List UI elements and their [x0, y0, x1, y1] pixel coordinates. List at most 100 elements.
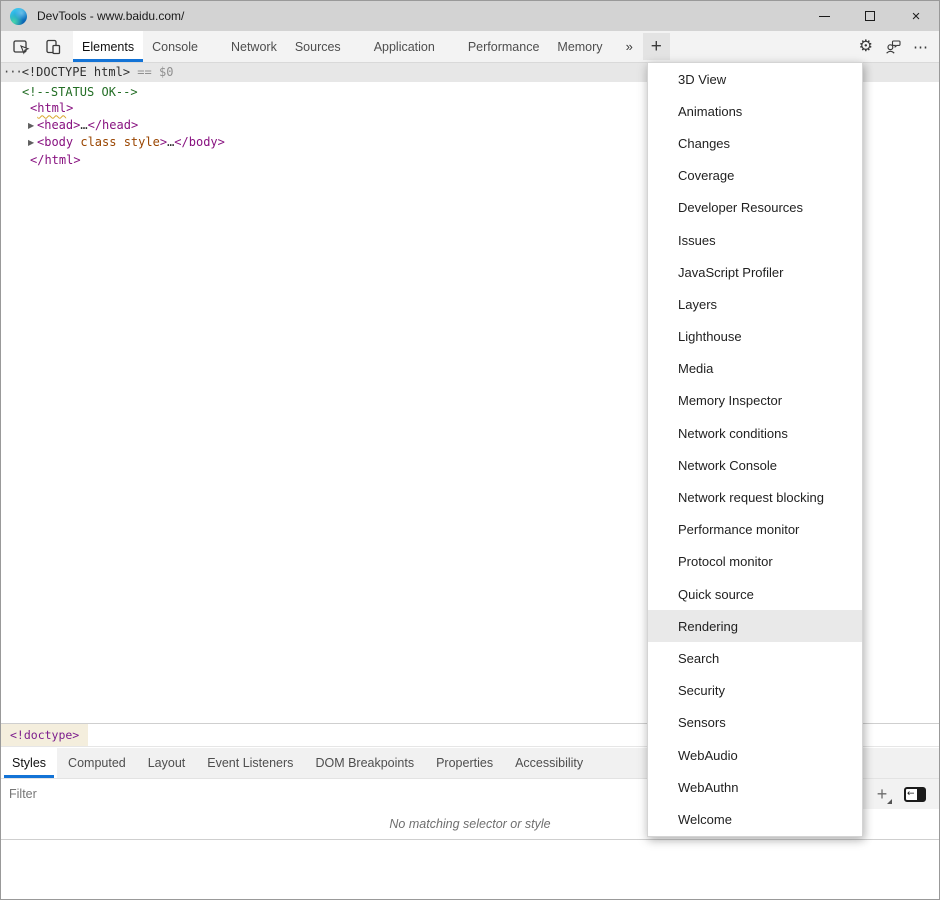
- styles-pane-tab[interactable]: Computed: [57, 748, 137, 778]
- menu-item-label: Network Console: [678, 458, 777, 473]
- device-emulation-icon: [44, 38, 62, 56]
- main-toolbar: Elements Console Network Sources Applica…: [1, 31, 939, 63]
- settings-gear-icon[interactable]: ⚙: [859, 39, 873, 55]
- more-tools-menu-item[interactable]: Memory Inspector: [648, 385, 862, 417]
- menu-item-label: Layers: [678, 297, 717, 312]
- toolbar-tab-label: Performance: [468, 40, 540, 54]
- more-tools-menu-item[interactable]: Performance monitor: [648, 514, 862, 546]
- styles-pane-tab[interactable]: Event Listeners: [196, 748, 304, 778]
- more-tools-menu-item[interactable]: Sensors: [648, 707, 862, 739]
- toolbar-tab-label: Application: [374, 40, 435, 54]
- more-tools-menu-item[interactable]: Media: [648, 353, 862, 385]
- more-tools-menu-item[interactable]: Search: [648, 642, 862, 674]
- toggle-arrow-icon: ←: [907, 790, 915, 799]
- more-tools-menu-item[interactable]: Layers: [648, 288, 862, 320]
- menu-item-label: Sensors: [678, 715, 726, 730]
- menu-item-label: Security: [678, 683, 725, 698]
- more-panels-chevron-button[interactable]: »: [612, 31, 643, 62]
- expand-arrow-icon[interactable]: ▶: [28, 118, 37, 134]
- more-tools-menu-item[interactable]: Developer Resources: [648, 192, 862, 224]
- styles-pane-tab-label: Layout: [148, 756, 186, 770]
- styles-pane-tab[interactable]: Styles: [1, 748, 57, 778]
- toolbar-tab-label: Console: [152, 40, 198, 54]
- head-ellipsis: …: [80, 118, 87, 132]
- menu-item-label: WebAuthn: [678, 780, 738, 795]
- close-button[interactable]: ×: [893, 1, 939, 31]
- more-tools-menu-item[interactable]: Coverage: [648, 160, 862, 192]
- feedback-person-icon: [884, 38, 902, 56]
- styles-empty-message: No matching selector or style: [389, 817, 550, 831]
- styles-pane-tab-label: DOM Breakpoints: [315, 756, 414, 770]
- more-tools-menu-item[interactable]: Quick source: [648, 578, 862, 610]
- more-tools-menu-item[interactable]: Animations: [648, 95, 862, 127]
- window-controls: ×: [801, 1, 939, 31]
- edge-logo-icon: [10, 8, 27, 25]
- doctype-prefix-dots: ···: [3, 65, 22, 79]
- window-title: DevTools - www.baidu.com/: [37, 9, 184, 23]
- html-close-tag: </html>: [30, 153, 81, 167]
- more-tools-menu-item[interactable]: Network Console: [648, 449, 862, 481]
- styles-pane-tab[interactable]: Accessibility: [504, 748, 594, 778]
- expand-arrow-icon[interactable]: ▶: [28, 135, 37, 151]
- body-open-bracket-end: >: [160, 135, 167, 149]
- inspect-element-button[interactable]: [11, 37, 31, 57]
- minimize-button[interactable]: [801, 1, 847, 31]
- close-icon: ×: [912, 9, 921, 24]
- feedback-button[interactable]: [883, 37, 903, 57]
- more-tools-menu-item[interactable]: Changes: [648, 127, 862, 159]
- more-tools-button[interactable]: +: [643, 33, 670, 60]
- toolbar-tab[interactable]: Console: [143, 31, 207, 62]
- maximize-icon: [865, 11, 875, 21]
- breadcrumb-doctype[interactable]: <!doctype>: [1, 724, 88, 746]
- menu-item-label: Animations: [678, 104, 742, 119]
- maximize-button[interactable]: [847, 1, 893, 31]
- more-tools-menu-item[interactable]: Network request blocking: [648, 481, 862, 513]
- menu-item-label: Rendering: [678, 619, 738, 634]
- head-close-tag: </head>: [88, 118, 139, 132]
- menu-item-label: Changes: [678, 136, 730, 151]
- toolbar-tab[interactable]: Application: [365, 31, 444, 62]
- more-tools-menu-item[interactable]: WebAuthn: [648, 771, 862, 803]
- more-tools-menu-item[interactable]: WebAudio: [648, 739, 862, 771]
- more-tools-menu-item[interactable]: Issues: [648, 224, 862, 256]
- more-tools-menu: 3D View Animations Changes Coverage Deve…: [647, 62, 863, 837]
- dollar-zero-hint: $0: [159, 65, 173, 79]
- selected-node-hint: ==: [130, 65, 159, 79]
- menu-item-label: Lighthouse: [678, 329, 742, 344]
- toolbar-tab-label: Sources: [295, 40, 341, 54]
- more-options-icon[interactable]: ⋯: [913, 38, 929, 56]
- menu-item-label: Network request blocking: [678, 490, 824, 505]
- styles-pane-tab-label: Accessibility: [515, 756, 583, 770]
- styles-pane-tab[interactable]: DOM Breakpoints: [304, 748, 425, 778]
- styles-filter-input[interactable]: [1, 787, 421, 801]
- menu-item-label: JavaScript Profiler: [678, 265, 783, 280]
- more-tools-menu-item[interactable]: Lighthouse: [648, 321, 862, 353]
- doctype-text: <!DOCTYPE html>: [22, 65, 130, 79]
- styles-pane-tab-label: Event Listeners: [207, 756, 293, 770]
- menu-item-label: Network conditions: [678, 426, 788, 441]
- menu-item-label: Developer Resources: [678, 200, 803, 215]
- more-tools-menu-item[interactable]: Security: [648, 675, 862, 707]
- styles-pane-tab[interactable]: Properties: [425, 748, 504, 778]
- toolbar-tab[interactable]: Network: [222, 31, 286, 62]
- device-emulation-button[interactable]: [43, 37, 63, 57]
- body-attributes: class style: [73, 135, 160, 149]
- toolbar-tab-label: Network: [231, 40, 277, 54]
- menu-item-label: Performance monitor: [678, 522, 799, 537]
- toolbar-tab[interactable]: Performance: [459, 31, 549, 62]
- styles-pane-tab[interactable]: Layout: [137, 748, 197, 778]
- toolbar-tab[interactable]: Elements: [73, 31, 143, 62]
- more-tools-menu-item[interactable]: Network conditions: [648, 417, 862, 449]
- more-tools-menu-item[interactable]: Welcome: [648, 803, 862, 835]
- more-tools-menu-item[interactable]: Rendering: [648, 610, 862, 642]
- more-tools-menu-item[interactable]: 3D View: [648, 63, 862, 95]
- body-open-tag: <body: [37, 135, 73, 149]
- more-tools-menu-item[interactable]: JavaScript Profiler: [648, 256, 862, 288]
- toolbar-tab[interactable]: Memory: [548, 31, 611, 62]
- new-style-rule-button[interactable]: +: [871, 783, 893, 805]
- toolbar-tabs: Elements Console Network Sources Applica…: [73, 31, 612, 62]
- computed-sidebar-toggle-icon[interactable]: ←: [904, 787, 926, 802]
- menu-item-label: WebAudio: [678, 748, 738, 763]
- more-tools-menu-item[interactable]: Protocol monitor: [648, 546, 862, 578]
- toolbar-tab[interactable]: Sources: [286, 31, 350, 62]
